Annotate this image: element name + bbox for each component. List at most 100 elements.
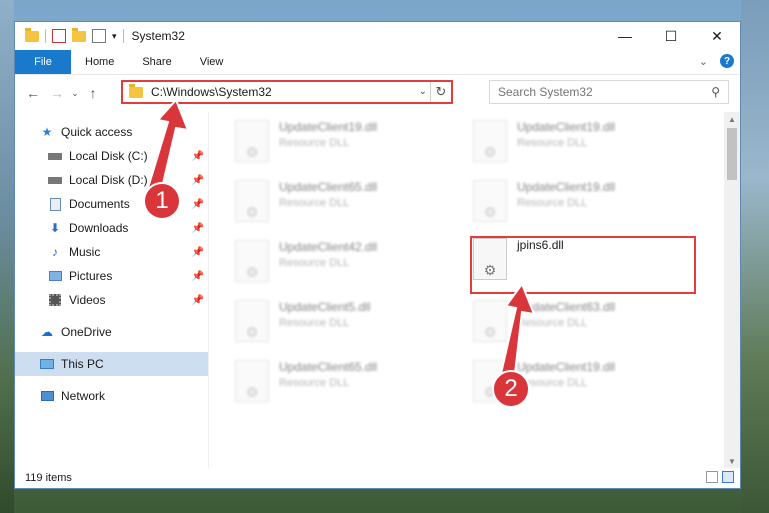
callout-1: 1 — [143, 182, 181, 220]
tab-file[interactable]: File — [15, 50, 71, 74]
sidebar-item-label: Local Disk (C:) — [69, 149, 148, 163]
file-item[interactable]: ⚙ UpdateClient65.dll Resource DLL — [235, 180, 465, 236]
file-item[interactable]: ⚙ UpdateClient5.dll Resource DLL — [235, 300, 465, 356]
download-icon: ⬇ — [49, 221, 61, 235]
file-type: Resource DLL — [517, 377, 588, 389]
dll-file-icon: ⚙ — [235, 240, 269, 282]
sidebar-item-music[interactable]: ♪ Music 📌 — [15, 240, 208, 264]
sidebar-item-local-disk-d[interactable]: Local Disk (D:) 📌 — [15, 168, 208, 192]
large-icons-view-icon[interactable] — [722, 471, 734, 483]
music-icon: ♪ — [52, 245, 58, 259]
pin-icon[interactable]: 📌 — [192, 247, 204, 258]
sidebar-item-videos[interactable]: Videos 📌 — [15, 288, 208, 312]
pin-icon[interactable]: 📌 — [192, 271, 204, 282]
file-item[interactable]: ⚙ UpdateClient19.dll Resource DLL — [235, 120, 465, 176]
recent-dropdown-icon[interactable]: ⌄ — [69, 88, 81, 99]
desktop-background-left — [0, 0, 14, 513]
address-path: C:\Windows\System32 — [151, 85, 272, 99]
drive-icon — [47, 149, 63, 163]
file-item[interactable]: ⚙ UpdateClient42.dll Resource DLL — [235, 240, 465, 296]
maximize-button[interactable]: ☐ — [648, 22, 694, 50]
tab-home[interactable]: Home — [71, 50, 128, 74]
file-name: UpdateClient19.dll — [279, 120, 378, 134]
dll-file-icon: ⚙ — [473, 180, 507, 222]
drive-icon — [47, 173, 63, 187]
file-type: Resource DLL — [517, 137, 588, 149]
file-name: UpdateClient63.dll — [517, 300, 616, 314]
quick-access-toolbar: ▾ — [15, 27, 124, 43]
scroll-up-icon[interactable]: ▲ — [724, 112, 740, 126]
pin-icon[interactable]: 📌 — [192, 295, 204, 306]
address-dropdown-icon[interactable]: ⌄ — [419, 86, 427, 97]
file-type: Resource DLL — [517, 317, 588, 329]
navigation-bar: ← → ⌄ ↑ C:\Windows\System32 ⌄ ↻ ⚲ — [15, 75, 740, 111]
sidebar-item-label: Network — [61, 389, 106, 403]
up-arrow-icon[interactable]: ↑ — [81, 85, 105, 101]
sidebar-item-pictures[interactable]: Pictures 📌 — [15, 264, 208, 288]
search-icon[interactable]: ⚲ — [711, 85, 720, 99]
folder-icon — [25, 27, 39, 42]
minimize-button[interactable]: — — [602, 22, 648, 50]
pictures-icon — [47, 269, 63, 283]
title-bar: ▾ System32 — ☐ ✕ — [15, 22, 740, 50]
help-icon[interactable]: ? — [720, 54, 734, 68]
search-box: ⚲ — [489, 80, 729, 104]
file-name: UpdateClient19.dll — [517, 360, 616, 374]
window-title: System32 — [131, 29, 185, 43]
file-item[interactable]: ⚙ UpdateClient65.dll Resource DLL — [235, 360, 465, 416]
chevron-down-icon[interactable]: ⌄ — [699, 55, 708, 68]
sidebar-item-network[interactable]: Network — [15, 384, 208, 408]
scrollbar-thumb[interactable] — [727, 128, 737, 180]
refresh-icon[interactable]: ↻ — [430, 82, 451, 102]
properties-icon[interactable] — [52, 29, 66, 43]
ribbon-tabs: File Home Share View ⌄ ? — [15, 50, 740, 75]
back-arrow-icon[interactable]: ← — [21, 85, 45, 101]
computer-icon — [39, 357, 55, 371]
sidebar-item-downloads[interactable]: ⬇ Downloads 📌 — [15, 216, 208, 240]
sidebar-item-local-disk-c[interactable]: Local Disk (C:) 📌 — [15, 144, 208, 168]
scroll-down-icon[interactable]: ▼ — [724, 454, 740, 468]
forward-arrow-icon[interactable]: → — [45, 85, 69, 101]
file-name: UpdateClient42.dll — [279, 240, 378, 254]
tab-share[interactable]: Share — [128, 50, 185, 74]
file-type: Resource DLL — [279, 197, 350, 209]
file-type: Resource DLL — [279, 137, 350, 149]
sidebar-item-onedrive[interactable]: ☁ OneDrive — [15, 320, 208, 344]
file-name: UpdateClient19.dll — [517, 180, 616, 194]
folder-icon — [129, 83, 143, 98]
ribbon-right-controls: ⌄ ? — [699, 54, 734, 68]
file-item[interactable]: ⚙ UpdateClient63.dll Resource DLL — [473, 300, 703, 356]
pin-icon[interactable]: 📌 — [192, 199, 204, 210]
file-type: Resource DLL — [517, 197, 588, 209]
file-item[interactable]: ⚙ UpdateClient19.dll Resource DLL — [473, 120, 703, 176]
customize-icon[interactable] — [92, 29, 106, 43]
file-type: Resource DLL — [279, 317, 350, 329]
pin-icon[interactable]: 📌 — [192, 175, 204, 186]
dll-file-icon: ⚙ — [473, 300, 507, 342]
tab-view[interactable]: View — [186, 50, 238, 74]
file-name: UpdateClient65.dll — [279, 360, 378, 374]
view-toggle — [706, 471, 734, 483]
sidebar-item-quick-access[interactable]: ★ Quick access — [15, 120, 208, 144]
address-bar[interactable]: C:\Windows\System32 ⌄ ↻ — [121, 80, 453, 104]
file-item[interactable]: ⚙ UpdateClient19.dll Resource DLL — [473, 180, 703, 236]
pin-icon[interactable]: 📌 — [192, 223, 204, 234]
search-input[interactable] — [496, 84, 700, 100]
dll-file-icon: ⚙ — [235, 120, 269, 162]
sidebar-item-label: This PC — [61, 357, 104, 371]
dropdown-arrow-icon[interactable]: ▾ — [112, 31, 117, 42]
item-count: 119 items — [25, 472, 72, 484]
sidebar-item-label: Documents — [69, 197, 130, 211]
sidebar-item-label: OneDrive — [61, 325, 112, 339]
pin-icon[interactable]: 📌 — [192, 151, 204, 162]
close-button[interactable]: ✕ — [694, 22, 740, 50]
new-folder-icon[interactable] — [72, 27, 86, 42]
vertical-scrollbar[interactable]: ▲ ▼ — [724, 112, 740, 468]
file-name: UpdateClient5.dll — [279, 300, 371, 314]
dll-file-icon: ⚙ — [473, 120, 507, 162]
details-view-icon[interactable] — [706, 471, 718, 483]
star-icon: ★ — [41, 125, 53, 139]
sidebar-item-label: Pictures — [69, 269, 113, 283]
sidebar-item-label: Quick access — [61, 125, 133, 139]
sidebar-item-this-pc[interactable]: This PC — [15, 352, 208, 376]
